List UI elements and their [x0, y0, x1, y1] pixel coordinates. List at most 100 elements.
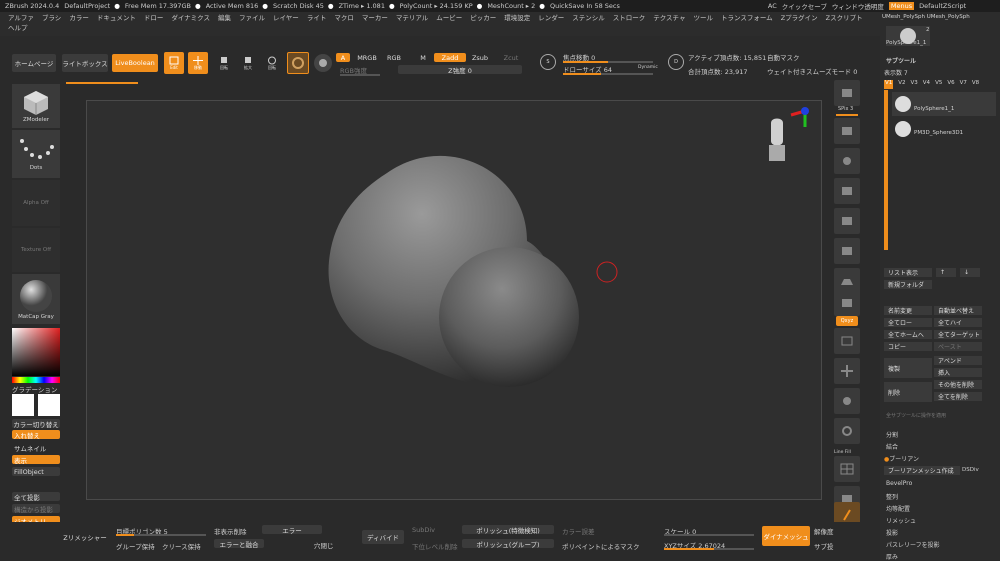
fillobject-button[interactable]: FillObject: [12, 467, 60, 476]
zmodeler-brush[interactable]: ZModeler: [12, 84, 60, 128]
quick-save-button[interactable]: クイックセーブ: [782, 1, 827, 11]
head-navigation-icon[interactable]: [769, 118, 785, 162]
rename-button[interactable]: 名前変更: [884, 306, 932, 315]
z-intensity[interactable]: Z強度 0: [398, 65, 522, 75]
menu-item[interactable]: ピッカー: [470, 12, 496, 22]
d-button[interactable]: D: [668, 54, 684, 70]
frame-button[interactable]: [834, 328, 860, 354]
menu-item[interactable]: テクスチャ: [653, 12, 685, 22]
spix[interactable]: SPix 3: [838, 106, 853, 112]
project-section[interactable]: 投影: [886, 528, 898, 537]
dots-stroke[interactable]: Dots: [12, 130, 60, 178]
menu-item[interactable]: ドキュメント: [97, 12, 136, 22]
menu-item[interactable]: アルファ: [8, 12, 34, 22]
menu-item[interactable]: ヘルプ: [8, 22, 28, 32]
paste-button[interactable]: ペースト: [934, 342, 982, 351]
menu-item[interactable]: ドロー: [144, 12, 164, 22]
distribute-section[interactable]: 均等配置: [886, 504, 910, 513]
a-button[interactable]: A: [336, 53, 350, 62]
zoom3d-button[interactable]: [834, 388, 860, 414]
switch-color-button[interactable]: カラー切り替え: [12, 419, 60, 429]
menu-item[interactable]: カラー: [69, 12, 89, 22]
remesh-section[interactable]: リメッシュ: [886, 516, 916, 525]
menu-item[interactable]: レイヤー: [273, 12, 299, 22]
version-tab[interactable]: V6: [947, 80, 954, 89]
delete-hidden[interactable]: 非表示削除: [214, 526, 247, 536]
all-subtools-option[interactable]: 全サブツールに操作を適用: [886, 412, 946, 419]
error-button[interactable]: エラー: [262, 525, 322, 535]
lightbox-button[interactable]: ライトボックス: [62, 54, 108, 72]
all-to-home-button[interactable]: 全てホームへ: [884, 330, 932, 339]
bevelpro-section[interactable]: BevelPro: [886, 480, 912, 487]
error-merge-button[interactable]: エラーと融合: [214, 539, 264, 549]
delete-button[interactable]: 削除: [884, 382, 932, 402]
menu-item[interactable]: Zスクリプト: [826, 12, 863, 22]
draw-button[interactable]: 回転: [214, 52, 234, 74]
menu-item[interactable]: ストローク: [613, 12, 646, 22]
keep-crease[interactable]: クリース保持: [162, 541, 201, 551]
home-page-button[interactable]: ホームページ: [12, 54, 56, 72]
delete-others-button[interactable]: その他を削除: [934, 380, 982, 389]
subtool-item-2[interactable]: PM3D_Sphere3D1: [892, 118, 996, 140]
menu-item[interactable]: ムービー: [436, 12, 462, 22]
resolution[interactable]: 解像度: [814, 526, 834, 536]
polypaint-mask[interactable]: ポリペイントによるマスク: [562, 541, 640, 551]
m-button[interactable]: M: [416, 53, 430, 62]
zoom-button[interactable]: [834, 148, 860, 174]
dsdiv[interactable]: DSDiv: [962, 467, 979, 473]
menu-item[interactable]: マクロ: [334, 12, 354, 22]
new-folder-button[interactable]: 新規フォルダ: [884, 280, 932, 289]
rotate-view-button[interactable]: [834, 418, 860, 444]
duplicate-button[interactable]: 複製: [884, 358, 932, 378]
gizmo-button[interactable]: [287, 52, 309, 74]
version-tab[interactable]: V3: [911, 80, 918, 89]
xyz-size-slider[interactable]: [664, 548, 754, 550]
axis-gizmo-icon[interactable]: [790, 107, 809, 127]
default-zscript[interactable]: DefaultZScript: [919, 2, 966, 10]
tool-tabs[interactable]: UMesh_PolySph UMesh_PolySph: [882, 14, 998, 23]
subtool-section[interactable]: サブツール: [886, 56, 916, 65]
xyz-button[interactable]: Qxyz: [836, 316, 858, 326]
dynamesh-button[interactable]: ダイナメッシュ: [762, 526, 810, 546]
all-high-button[interactable]: 全てハイ: [934, 318, 982, 327]
extract-section[interactable]: パスレリーフを投影: [886, 540, 940, 549]
thumbnail-button[interactable]: サムネイル: [12, 443, 60, 453]
zadd-button[interactable]: Zadd: [434, 53, 466, 62]
menus-toggle[interactable]: Menus: [888, 2, 915, 10]
focal-shift-slider[interactable]: [563, 61, 653, 63]
swap-button[interactable]: 入れ替え: [12, 430, 60, 440]
display-button[interactable]: 表示: [12, 455, 60, 465]
split-section[interactable]: 分割: [886, 430, 898, 439]
spix-slider[interactable]: [836, 114, 858, 116]
edit-button[interactable]: Edit: [164, 52, 184, 74]
menu-item[interactable]: ライト: [307, 12, 327, 22]
secondary-color-swatch[interactable]: [38, 394, 60, 416]
material-selector[interactable]: MatCap Gray: [12, 274, 60, 324]
draw-move-button[interactable]: 移動: [188, 52, 208, 74]
delete-all-button[interactable]: 全てを削除: [934, 392, 982, 401]
menu-item[interactable]: 編集: [218, 12, 231, 22]
mask-project-button[interactable]: 構造から投影: [12, 504, 60, 514]
scale-slider[interactable]: [664, 534, 754, 536]
hue-slider[interactable]: [12, 377, 60, 383]
divide-button[interactable]: ディバイド: [362, 530, 404, 544]
scale-button[interactable]: 拡大: [238, 52, 258, 74]
subtool-item-1[interactable]: PolySphere1_1: [892, 92, 996, 116]
align-section[interactable]: 整列: [886, 492, 898, 501]
menu-item[interactable]: マーカー: [362, 12, 388, 22]
delete-lower[interactable]: 下位レベル削除: [412, 541, 458, 551]
menu-item[interactable]: Zプラグイン: [781, 12, 818, 22]
move-view-button[interactable]: [834, 358, 860, 384]
window-transparency[interactable]: ウィンドウ透明度: [832, 1, 884, 11]
rgb-button[interactable]: RGB: [384, 53, 404, 62]
draw-size-slider[interactable]: [563, 73, 653, 75]
version-tab[interactable]: V7: [960, 80, 967, 89]
up-arrow-button[interactable]: ↑: [936, 268, 956, 277]
gradient-label[interactable]: グラデーション: [12, 384, 57, 394]
local-button[interactable]: [834, 290, 860, 316]
zremesher-button[interactable]: Zリメッシャー: [62, 530, 108, 544]
weighted-smooth[interactable]: ウェイト付きスムーズモード 0: [767, 66, 857, 76]
bpr-button[interactable]: [834, 80, 860, 106]
target-polycount-slider[interactable]: [116, 534, 206, 536]
persp-button[interactable]: [834, 238, 860, 264]
